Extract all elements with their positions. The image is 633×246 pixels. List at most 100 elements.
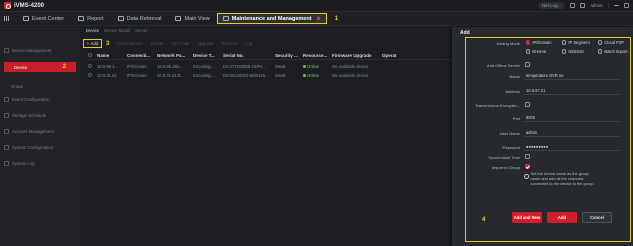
- synchronize-time-checkbox[interactable]: [525, 154, 530, 159]
- tab-maintenance-and-management[interactable]: Maintenance and Management ⊗: [216, 13, 327, 24]
- column-header-security[interactable]: Security ...: [275, 53, 303, 58]
- select-all-checkbox[interactable]: [88, 53, 92, 57]
- sidebar-item-device-management[interactable]: Device Management: [0, 45, 80, 55]
- column-header-connection[interactable]: Connecti...: [127, 53, 157, 58]
- cell: Weak: [275, 72, 286, 78]
- sidebar-item-group[interactable]: Group: [0, 81, 80, 91]
- sidebar-item-system-configuration[interactable]: System Configuration: [0, 142, 80, 152]
- step-marker: 2: [62, 64, 66, 70]
- step-marker: 1: [334, 15, 339, 22]
- radio-label: Cloud P2P: [604, 40, 624, 45]
- port-label: Port: [512, 116, 520, 121]
- tab-device-model[interactable]: Device Model: [104, 28, 130, 33]
- mode-cloud-p2p-radio[interactable]: Cloud P2P: [598, 40, 624, 45]
- status-badge: Online: [303, 73, 332, 78]
- radio-label: Batch Import: [604, 49, 628, 54]
- password-label: Password: [502, 145, 520, 150]
- import-to-group-label: Import to Group: [491, 165, 520, 170]
- address-field[interactable]: 10.9.97.21: [524, 87, 620, 95]
- storage-schedule-icon: [4, 112, 9, 118]
- add-device-button[interactable]: + Add: [83, 39, 102, 48]
- title-bar: iVMS-4200 Net Log... admin |: [0, 0, 633, 12]
- app-title: iVMS-4200: [14, 2, 45, 9]
- add-and-new-button[interactable]: Add and New: [512, 212, 542, 223]
- column-header-device-type[interactable]: Device T...: [193, 53, 223, 58]
- row-checkbox[interactable]: [88, 64, 92, 68]
- radio-dot: [598, 49, 603, 54]
- radio-dot: [598, 40, 603, 45]
- name-field[interactable]: temperature DVR ne: [524, 72, 620, 80]
- cancel-button[interactable]: Cancel: [582, 212, 612, 223]
- screen-icon[interactable]: [570, 3, 576, 8]
- minimize-icon[interactable]: [614, 5, 619, 6]
- panel-title: Add: [460, 30, 470, 36]
- refresh-button[interactable]: Refresh: [219, 41, 240, 46]
- column-header-firmware[interactable]: Firmware Upgrade: [332, 53, 382, 58]
- qr-code-button[interactable]: QR Code: [169, 41, 193, 46]
- button-label: Add: [90, 41, 99, 46]
- radio-label: IP/Domain: [532, 40, 552, 45]
- tab-main-view[interactable]: Main View: [168, 12, 216, 26]
- maximize-icon[interactable]: [624, 3, 629, 8]
- tab-label: Report: [87, 15, 104, 22]
- sidebar-item-storage-schedule[interactable]: Storage Schedule: [0, 110, 80, 120]
- close-tab-icon[interactable]: ⊗: [317, 16, 321, 22]
- cell: IP/Domain: [127, 63, 147, 69]
- column-header-name[interactable]: Name: [97, 53, 127, 58]
- sidebar-item-label: Event Configuration: [12, 96, 50, 102]
- info-icon: i: [524, 174, 529, 179]
- mode-batch-import-radio[interactable]: Batch Import: [598, 49, 628, 54]
- user-name-field[interactable]: admin: [524, 129, 620, 137]
- online-device-button[interactable]: Online Device: [113, 41, 146, 46]
- radio-dot: [562, 49, 567, 54]
- sidebar-item-label: Device Management: [12, 47, 52, 53]
- cell: DS-6612DXD-B6/0116...: [223, 72, 269, 78]
- sidebar-item-label: System Log: [12, 160, 35, 166]
- tab-data-retrieval[interactable]: Data Retrieval: [111, 12, 169, 26]
- divider: |: [607, 2, 609, 9]
- cell: No available device: [332, 72, 369, 78]
- import-to-group-checkbox[interactable]: [525, 164, 530, 169]
- sidebar-item-device[interactable]: Device 2: [4, 62, 76, 72]
- add-button[interactable]: Add: [547, 212, 577, 223]
- add-offline-label: Add Offline Device: [486, 63, 520, 68]
- tab-report[interactable]: Report: [71, 12, 111, 26]
- tab-server[interactable]: Server: [135, 28, 148, 33]
- module-grid-icon[interactable]: [4, 16, 9, 21]
- upgrade-button[interactable]: Upgrade: [194, 41, 216, 46]
- column-header-serial[interactable]: Serial No.: [223, 53, 275, 58]
- name-label: Name: [509, 74, 520, 79]
- mode-ip-segment-radio[interactable]: IP Segment: [562, 40, 590, 45]
- cell: Weak: [275, 63, 286, 69]
- mode-ehome-radio[interactable]: EHome: [526, 49, 546, 54]
- net-log-button[interactable]: Net Log...: [537, 2, 566, 9]
- mode-hiddns-radio[interactable]: HiDDNS: [562, 49, 584, 54]
- user-name-label: User Name: [499, 131, 520, 136]
- report-icon: [78, 16, 85, 21]
- device-tabs: Device Device Model Server: [86, 28, 148, 33]
- tab-label: Event Center: [32, 15, 65, 22]
- column-header-resource[interactable]: Resource...: [303, 53, 332, 58]
- cell: IP/Domain: [127, 72, 147, 78]
- mode-ip-domain-radio[interactable]: IP/Domain: [526, 40, 552, 45]
- lock-icon[interactable]: [580, 3, 586, 8]
- user-name[interactable]: admin: [590, 3, 602, 8]
- row-checkbox[interactable]: [88, 73, 92, 77]
- sidebar-item-event-configuration[interactable]: Event Configuration: [0, 94, 80, 104]
- column-header-operation[interactable]: Operat: [382, 53, 407, 58]
- sidebar-item-label: Group: [11, 83, 23, 89]
- sidebar-item-label: Account Management: [12, 128, 54, 134]
- column-header-network[interactable]: Network Pa...: [157, 53, 193, 58]
- tab-event-center[interactable]: Event Center: [16, 12, 71, 26]
- step-marker: 3: [106, 40, 110, 47]
- sidebar-item-account-management[interactable]: Account Management: [0, 126, 80, 136]
- log-button[interactable]: Log: [242, 41, 255, 46]
- transmission-encryption-checkbox[interactable]: [525, 102, 530, 107]
- delete-button[interactable]: Delete: [148, 41, 166, 46]
- password-field[interactable]: ●●●●●●●●●: [524, 143, 620, 151]
- tab-device[interactable]: Device: [86, 28, 99, 33]
- port-field[interactable]: 8000: [524, 114, 620, 122]
- add-offline-checkbox[interactable]: [525, 62, 530, 67]
- cell: No available device: [332, 63, 369, 69]
- sidebar-item-system-log[interactable]: System Log: [0, 158, 80, 168]
